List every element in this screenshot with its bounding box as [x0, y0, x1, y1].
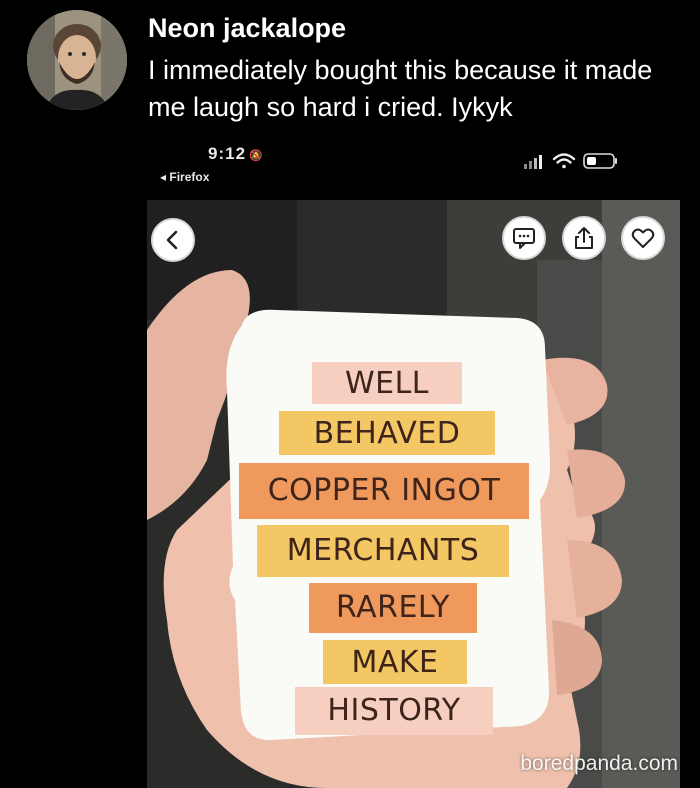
watermark: boredpanda.com	[520, 752, 678, 775]
bell-muted-icon: 🔕	[249, 150, 264, 162]
comment-button[interactable]	[502, 216, 546, 260]
share-button[interactable]	[562, 216, 606, 260]
heart-icon	[631, 228, 655, 248]
like-button[interactable]	[621, 216, 665, 260]
avatar[interactable]	[27, 10, 127, 110]
sticker-line-2: BEHAVED	[313, 416, 461, 451]
wifi-icon	[552, 153, 576, 169]
sticker-line-5: RARELY	[335, 590, 450, 625]
sticker-line-6: MAKE	[351, 645, 439, 680]
post-text: I immediately bought this because it mad…	[148, 55, 653, 122]
back-chevron-icon	[166, 230, 178, 250]
sticker-line-4: MERCHANTS	[286, 533, 480, 568]
avatar-portrait	[27, 10, 127, 110]
author-name[interactable]: Neon jackalope	[148, 10, 346, 46]
status-icons	[524, 153, 617, 169]
sticker-line-1: WELL	[344, 366, 430, 401]
status-time-text: 9:12	[208, 144, 247, 163]
sticker-line-7: HISTORY	[327, 693, 461, 728]
share-icon	[575, 227, 593, 249]
sticker-line-3: COPPER INGOT	[267, 473, 501, 508]
embedded-status-bar: 9:12 🔕 ◂ Firefox	[160, 140, 640, 195]
embedded-photo: WELL BEHAVED COPPER INGOT MERCHANTS RARE…	[147, 200, 680, 788]
signal-icon	[524, 155, 542, 169]
battery-icon	[583, 153, 617, 169]
back-to-app-link[interactable]: ◂ Firefox	[160, 170, 209, 184]
comment-icon	[513, 228, 535, 249]
back-button[interactable]	[151, 218, 195, 262]
status-time: 9:12 🔕	[208, 144, 264, 164]
